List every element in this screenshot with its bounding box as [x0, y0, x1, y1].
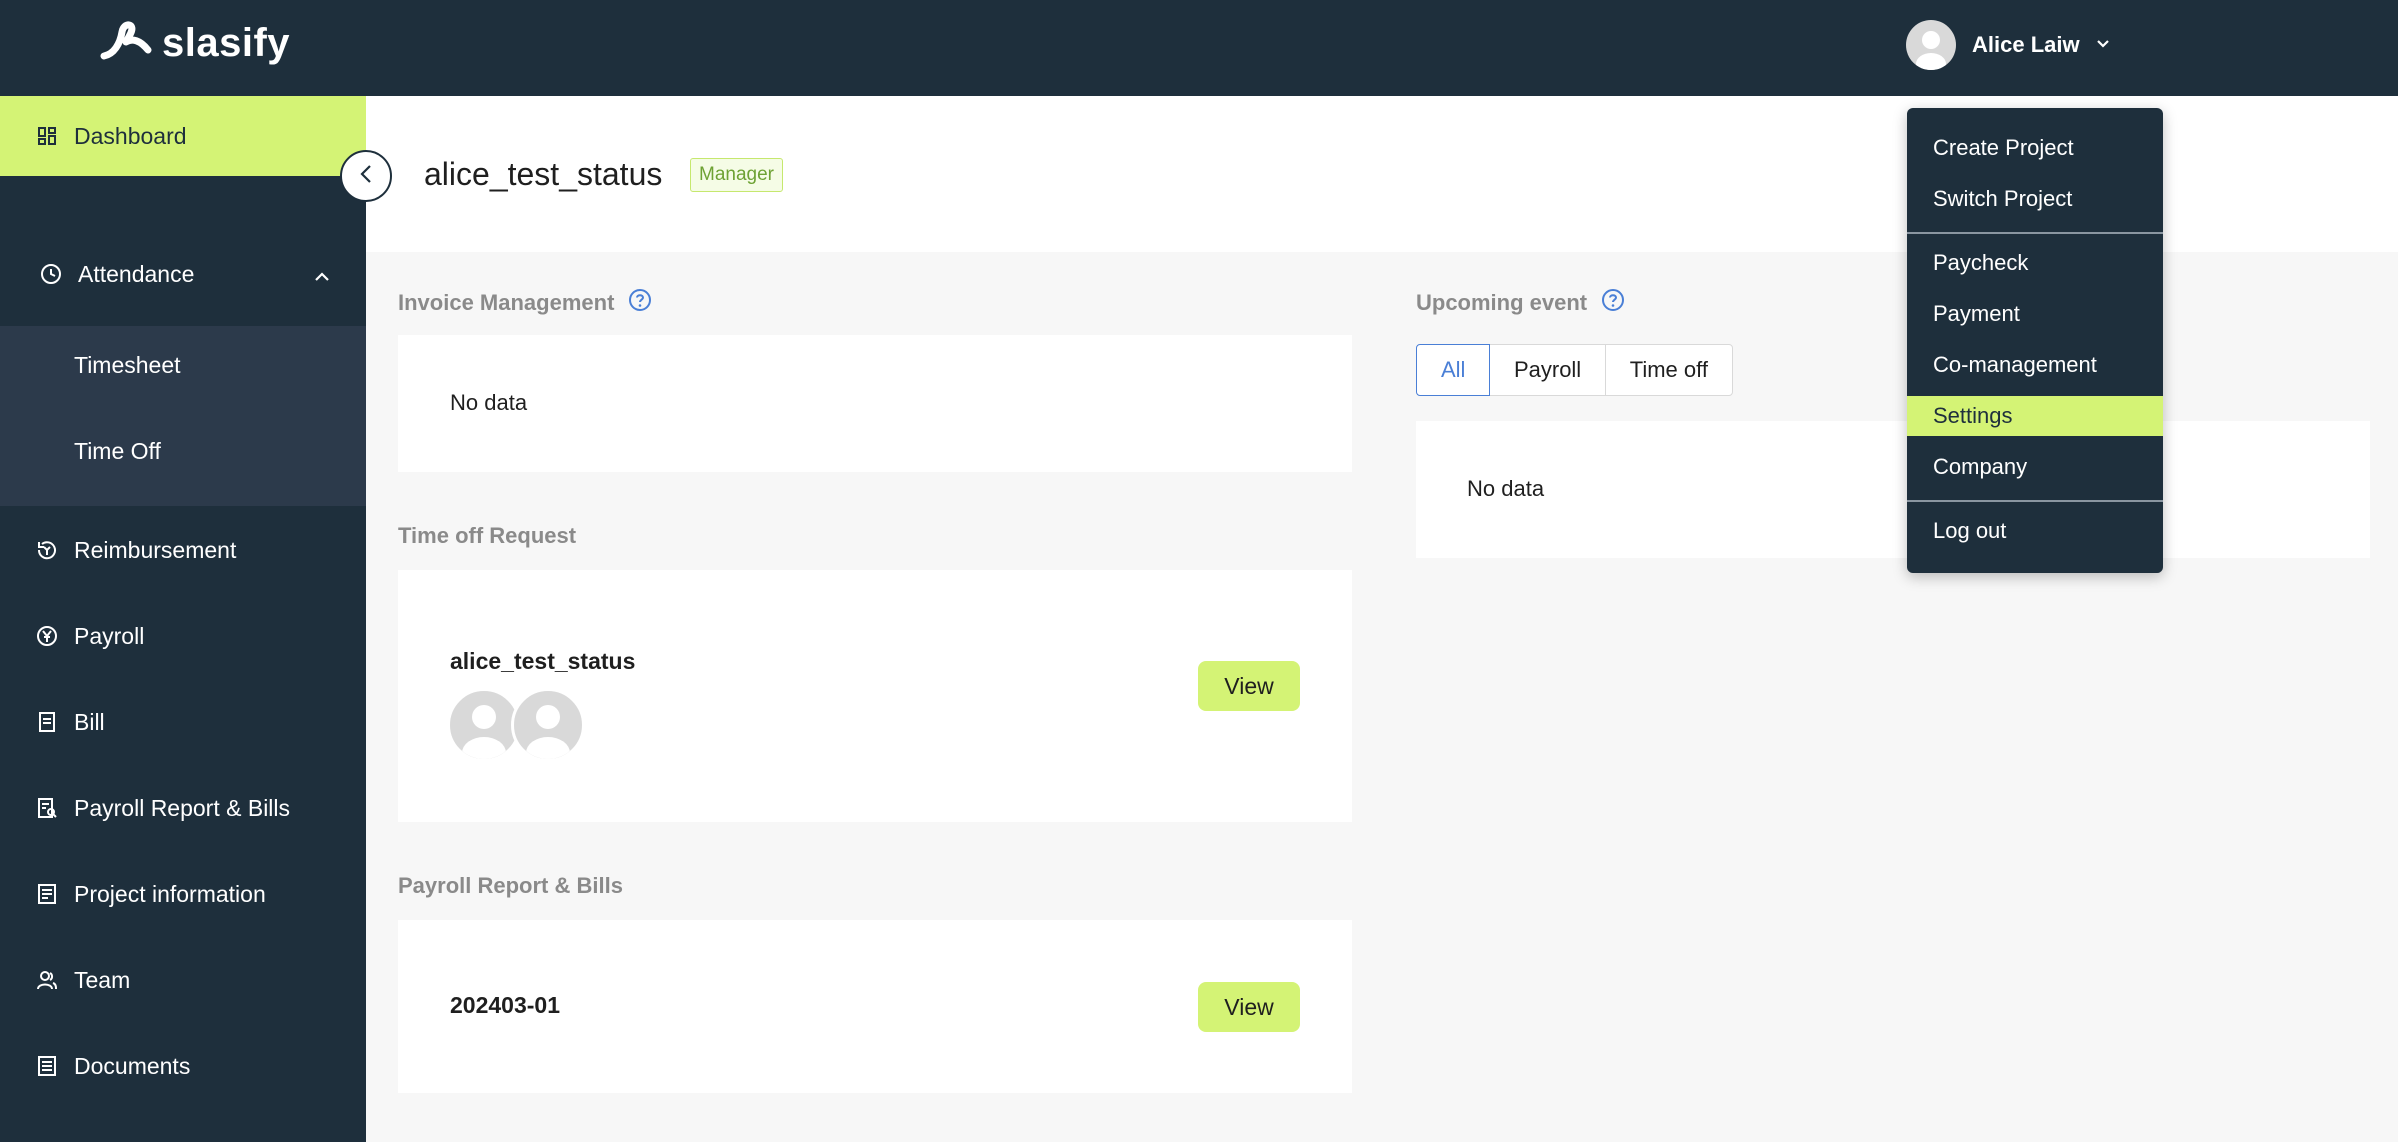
user-name: Alice Laiw	[1972, 32, 2080, 57]
invoice-title-text: Invoice Management	[398, 290, 615, 315]
team-icon	[36, 969, 58, 991]
request-name: alice_test_status	[450, 648, 636, 674]
sidebar-item-payroll-report-bills[interactable]: Payroll Report & Bills	[0, 780, 366, 836]
dashboard-icon	[36, 125, 58, 147]
menu-item-co-management[interactable]: Co-management	[1907, 345, 2163, 385]
tab-time-off[interactable]: Time off	[1604, 344, 1733, 396]
invoice-card	[398, 335, 1352, 472]
menu-item-create-project[interactable]: Create Project	[1907, 128, 2163, 168]
menu-item-paycheck[interactable]: Paycheck	[1907, 243, 2163, 283]
clock-icon	[40, 263, 62, 285]
sidebar-item-label: Dashboard	[74, 122, 187, 149]
project-info-icon	[36, 883, 58, 905]
sidebar-item-label: Documents	[74, 1052, 191, 1079]
sidebar-item-dashboard[interactable]: Dashboard	[0, 96, 366, 176]
upcoming-event-title: Upcoming event	[1416, 288, 1625, 318]
invoice-section-title: Invoice Management	[398, 288, 652, 318]
logo[interactable]: slasify	[100, 20, 290, 67]
sidebar-item-label: Team	[74, 966, 131, 993]
tab-all[interactable]: All	[1416, 344, 1491, 396]
slasify-logo-icon	[100, 20, 152, 67]
page-title: alice_test_status	[424, 156, 663, 192]
event-filter-tabs: All Payroll Time off	[1416, 344, 1733, 396]
bill-icon	[36, 711, 58, 733]
chevron-down-icon	[2096, 36, 2110, 54]
sidebar-item-payroll[interactable]: Payroll	[0, 608, 366, 664]
time-off-request-title: Time off Request	[398, 523, 576, 549]
sidebar-item-attendance[interactable]: Attendance	[0, 244, 366, 304]
logo-text: slasify	[162, 21, 291, 65]
avatar	[511, 688, 585, 762]
chevron-left-icon	[359, 164, 373, 189]
tab-payroll[interactable]: Payroll	[1488, 344, 1607, 396]
menu-item-switch-project[interactable]: Switch Project	[1907, 179, 2163, 219]
sidebar-item-timesheet[interactable]: Timesheet	[74, 352, 181, 379]
sidebar-item-team[interactable]: Team	[0, 952, 366, 1008]
menu-item-company[interactable]: Company	[1907, 447, 2163, 487]
chevron-up-icon	[314, 261, 330, 288]
documents-icon	[36, 1055, 58, 1077]
avatar	[447, 688, 521, 762]
sidebar-item-label: Attendance	[78, 260, 195, 287]
collapse-sidebar-button[interactable]	[340, 150, 392, 202]
user-dropdown-menu: Create Project Switch Project Paycheck P…	[1907, 108, 2163, 573]
sidebar-item-label: Payroll Report & Bills	[74, 794, 291, 821]
invoice-empty-text: No data	[450, 390, 528, 415]
role-badge: Manager	[690, 158, 783, 192]
menu-divider	[1907, 500, 2163, 502]
attendance-submenu: Timesheet Time Off	[0, 326, 366, 506]
avatar	[1906, 20, 1956, 70]
upcoming-event-card	[1416, 421, 2370, 558]
sidebar-item-time-off[interactable]: Time Off	[74, 438, 161, 465]
payroll-report-title: Payroll Report & Bills	[398, 873, 623, 899]
user-menu[interactable]: Alice Laiw	[1906, 20, 2110, 70]
time-off-request-title-text: Time off Request	[398, 523, 577, 548]
top-bar: slasify Alice Laiw	[0, 0, 2398, 96]
sidebar-item-documents[interactable]: Documents	[0, 1038, 366, 1094]
upcoming-event-title-text: Upcoming event	[1416, 290, 1588, 315]
sidebar: Dashboard Attendance Timesheet Time Off …	[0, 96, 366, 1142]
sidebar-item-project-information[interactable]: Project information	[0, 866, 366, 922]
reimbursement-icon	[36, 539, 58, 561]
help-icon[interactable]	[628, 288, 652, 318]
sidebar-item-label: Payroll	[74, 622, 145, 649]
menu-item-log-out[interactable]: Log out	[1907, 511, 2163, 551]
sidebar-item-reimbursement[interactable]: Reimbursement	[0, 522, 366, 578]
menu-item-payment[interactable]: Payment	[1907, 294, 2163, 334]
menu-item-settings[interactable]: Settings	[1907, 396, 2163, 436]
yen-coin-icon	[36, 625, 58, 647]
help-icon[interactable]	[1601, 288, 1625, 318]
view-request-button[interactable]: View	[1198, 661, 1300, 711]
sidebar-item-label: Project information	[74, 880, 266, 907]
report-id: 202403-01	[450, 992, 560, 1018]
payroll-report-title-text: Payroll Report & Bills	[398, 873, 623, 898]
view-report-button[interactable]: View	[1198, 982, 1300, 1032]
sidebar-item-bill[interactable]: Bill	[0, 694, 366, 750]
sidebar-item-label: Bill	[74, 708, 105, 735]
report-icon	[36, 797, 58, 819]
sidebar-item-label: Reimbursement	[74, 536, 237, 563]
upcoming-empty-text: No data	[1467, 476, 1545, 501]
menu-divider	[1907, 232, 2163, 234]
